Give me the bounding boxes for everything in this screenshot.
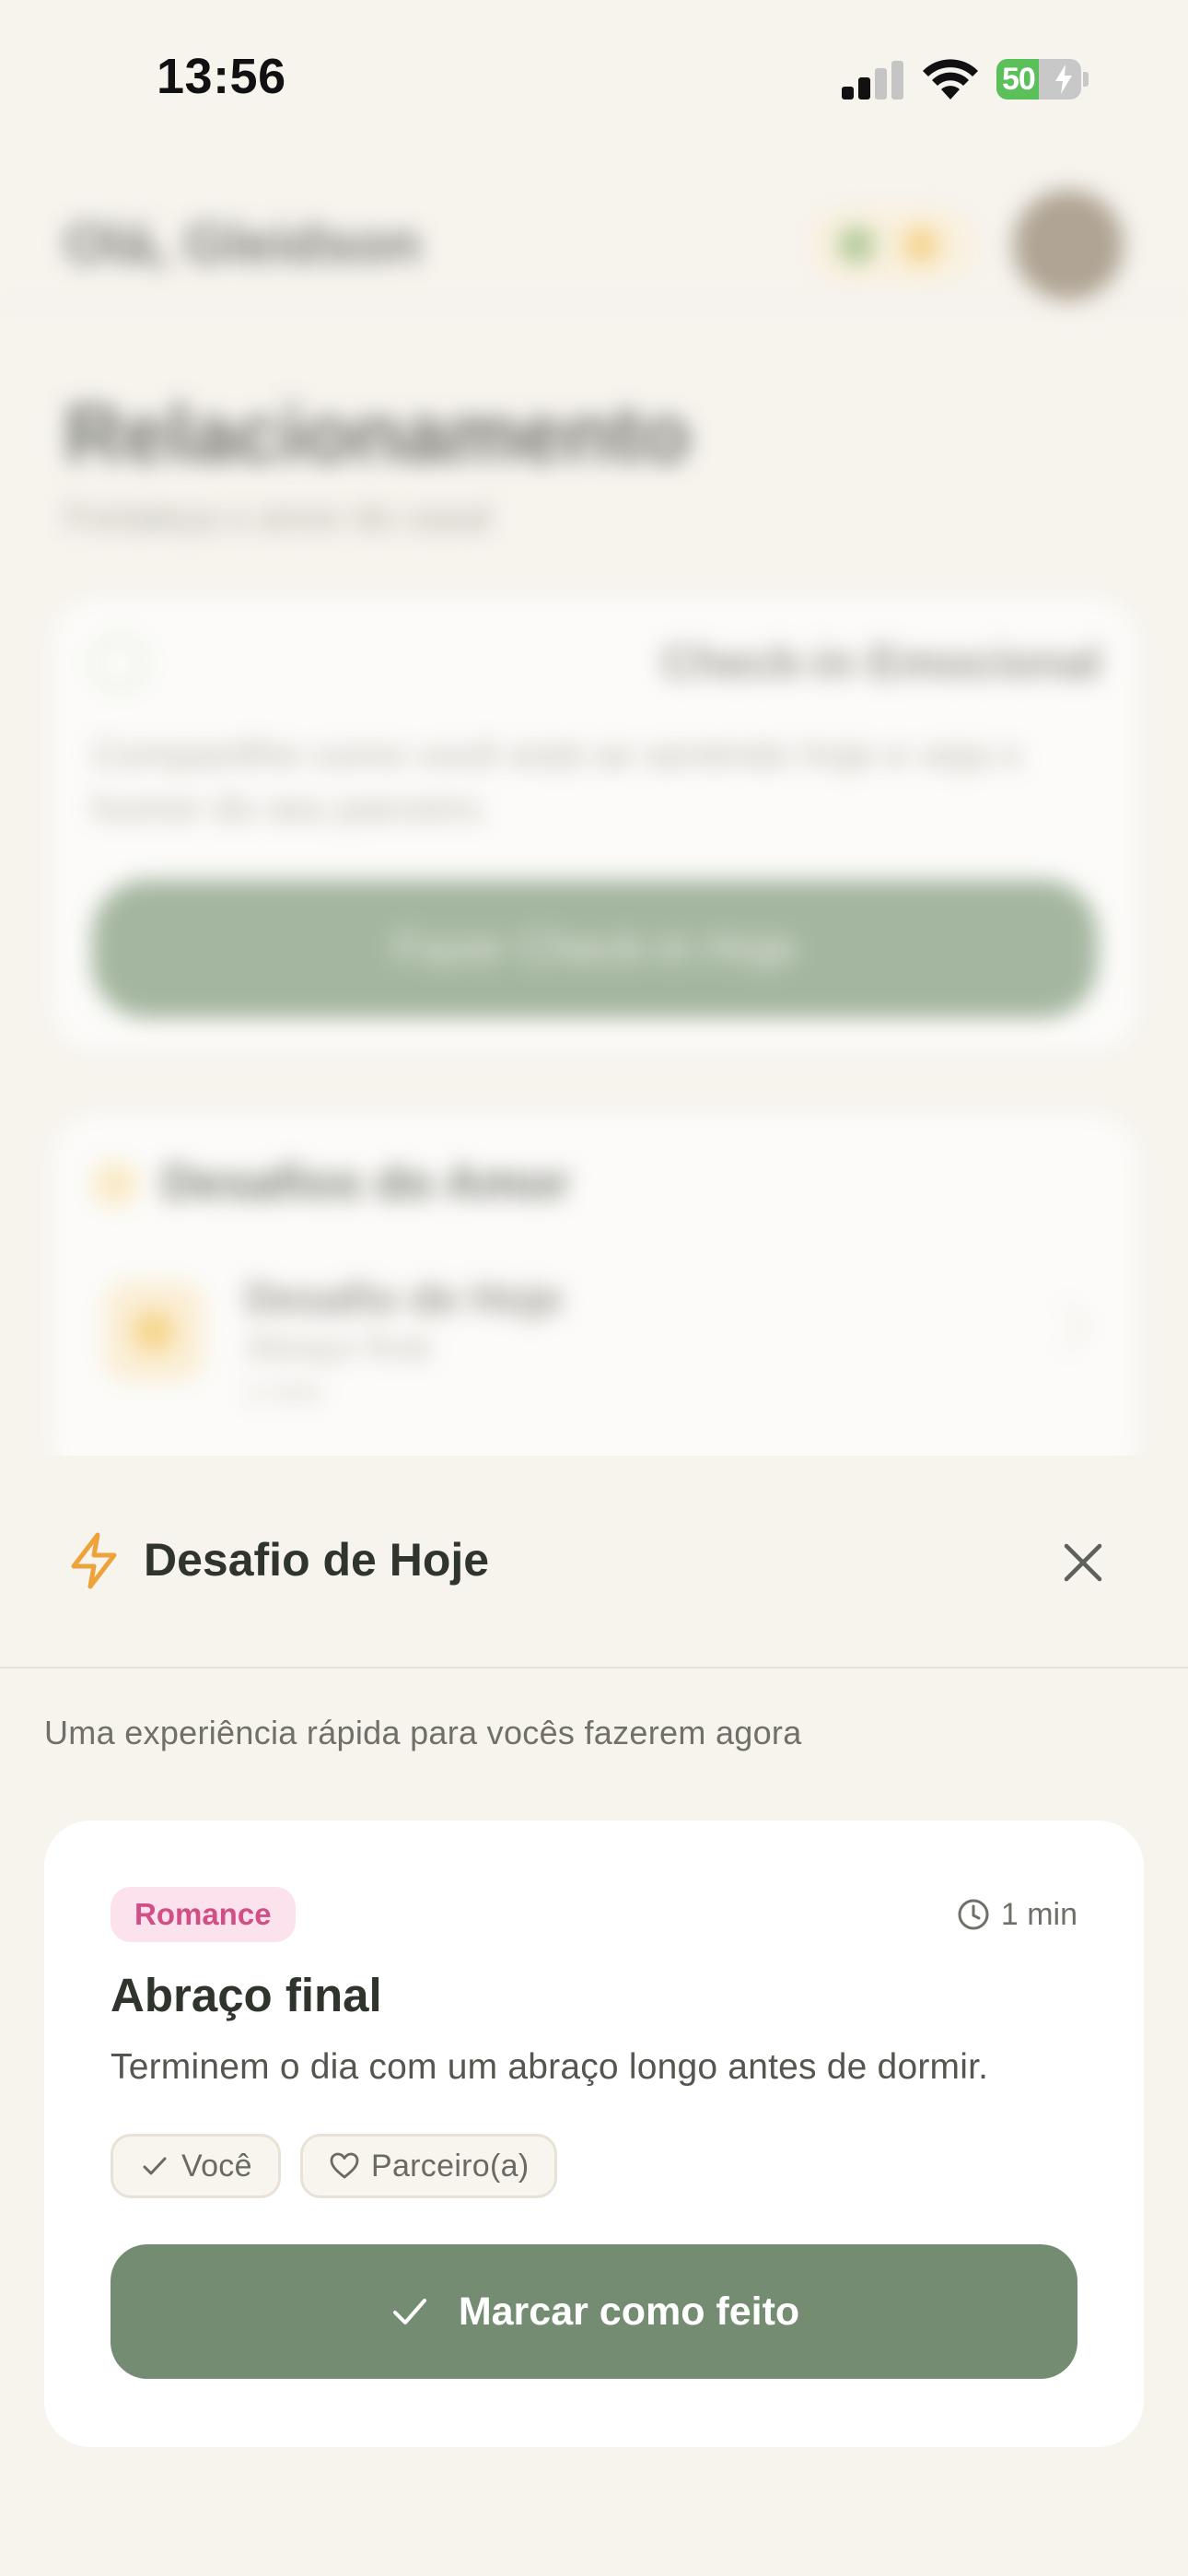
app-root: Olá, Gleidson Relacionamento Fortaleça o…: [0, 0, 1188, 2576]
modal-scrim[interactable]: [0, 0, 1188, 1465]
mark-done-label: Marcar como feito: [458, 2289, 800, 2334]
status-bar: 13:56 50: [0, 0, 1188, 157]
sheet-title: Desafio de Hoje: [144, 1534, 490, 1586]
challenge-text: Terminem o dia com um abraço longo antes…: [111, 2047, 989, 2087]
duration: 1 min: [957, 1894, 1077, 1935]
battery-charging-icon: 50: [996, 59, 1081, 100]
clock-icon: [958, 1899, 989, 1930]
check-icon: [392, 2299, 426, 2324]
participant-label-partner: Parceiro(a): [371, 2148, 530, 2184]
sheet-header: Desafio de Hoje: [0, 1456, 1188, 1668]
challenge-title: Abraço final: [111, 1969, 382, 2021]
battery-percentage: 50: [1002, 62, 1036, 97]
sheet-divider: [0, 1667, 1188, 1669]
cellular-signal-icon: [842, 61, 904, 100]
participant-label-you: Você: [181, 2148, 252, 2184]
participant-chip-partner: Parceiro(a): [300, 2134, 558, 2198]
status-time: 13:56: [157, 49, 286, 104]
duration-text: 1 min: [1000, 1896, 1077, 1932]
charging-bolt-icon: [1055, 64, 1072, 94]
mark-done-button[interactable]: Marcar como feito: [111, 2244, 1077, 2379]
challenge-card: Romance 1 min Abraço final Terminem o di…: [44, 1821, 1144, 2447]
heart-outline-icon: [330, 2152, 359, 2179]
lightning-bolt-icon: [71, 1532, 117, 1589]
wifi-icon: [923, 59, 978, 100]
check-icon: [143, 2157, 167, 2175]
challenge-sheet: Desafio de Hoje Uma experiência rápida p…: [0, 1456, 1188, 2576]
close-icon[interactable]: [1059, 1539, 1107, 1587]
battery-cap: [1083, 72, 1089, 87]
category-badge: Romance: [111, 1887, 296, 1942]
sheet-description: Uma experiência rápida para vocês fazere…: [44, 1714, 802, 1751]
participant-chip-you: Você: [111, 2134, 281, 2198]
